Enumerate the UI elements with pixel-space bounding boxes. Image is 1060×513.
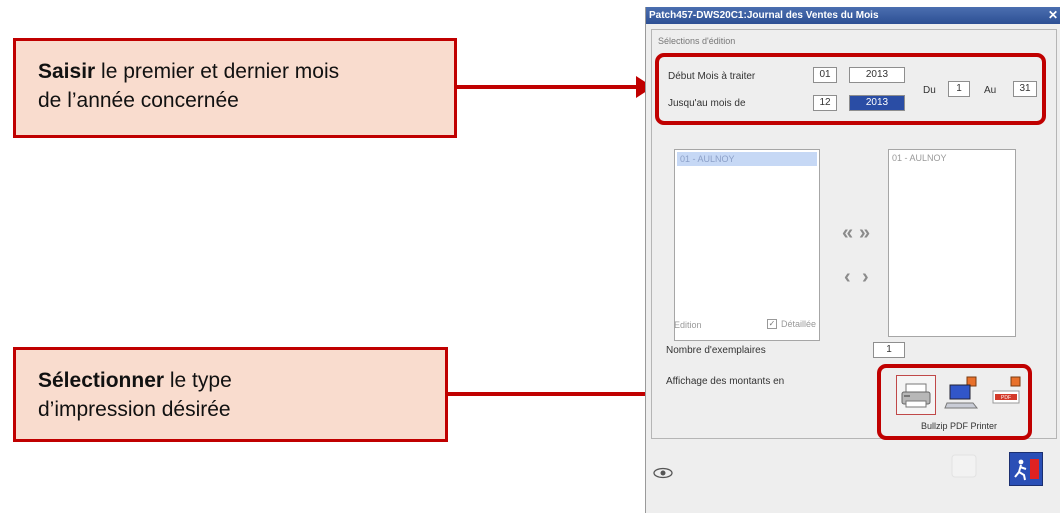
callout-period-text1: le premier et dernier mois <box>95 60 340 83</box>
preview-icon <box>951 454 977 478</box>
group-label: Sélections d'édition <box>658 36 736 46</box>
detaillee-label: Détaillée <box>781 319 817 329</box>
callout-period-bold: Saisir <box>38 60 96 83</box>
callout-print-bold: Sélectionner <box>38 369 165 392</box>
exit-button[interactable] <box>1009 452 1043 486</box>
available-sites-list[interactable]: 01 - AULNOY <box>674 149 820 341</box>
move-one-right-button[interactable]: › <box>862 267 869 287</box>
callout-period: Saisir le premier et dernier mois de l’a… <box>13 38 457 138</box>
edition-label: Edition <box>674 320 702 330</box>
period-highlight-frame <box>655 53 1046 125</box>
callout-print-text1: le type <box>164 369 232 392</box>
exemplaires-label: Nombre d'exemplaires <box>666 345 766 356</box>
dialog-title: Patch457-DWS20C1:Journal des Ventes du M… <box>649 10 879 21</box>
callout-print-type: Sélectionner le type d’impression désiré… <box>13 347 448 442</box>
dialog-titlebar[interactable]: Patch457-DWS20C1:Journal des Ventes du M… <box>646 7 1060 24</box>
print-type-highlight-frame <box>877 364 1032 440</box>
available-site-item[interactable]: 01 - AULNOY <box>677 152 817 166</box>
selected-site-item[interactable]: 01 - AULNOY <box>892 153 947 163</box>
move-one-left-button[interactable]: ‹ <box>844 267 851 287</box>
exemplaires-field[interactable]: 1 <box>873 342 905 358</box>
detaillee-checkbox[interactable]: ✓ <box>767 319 777 329</box>
selected-sites-list[interactable]: 01 - AULNOY <box>888 149 1016 337</box>
callout-period-text2: de l’année concernée <box>38 89 239 112</box>
affichage-label: Affichage des montants en <box>666 376 785 387</box>
close-icon[interactable]: ✕ <box>1048 7 1058 24</box>
eye-icon[interactable] <box>652 466 674 480</box>
callout-print-text2: d’impression désirée <box>38 398 231 421</box>
callout-period-arrow-line <box>457 85 640 89</box>
exit-door-icon <box>1014 459 1039 481</box>
move-all-left-button[interactable]: « <box>842 223 853 243</box>
move-all-right-button[interactable]: » <box>859 223 870 243</box>
